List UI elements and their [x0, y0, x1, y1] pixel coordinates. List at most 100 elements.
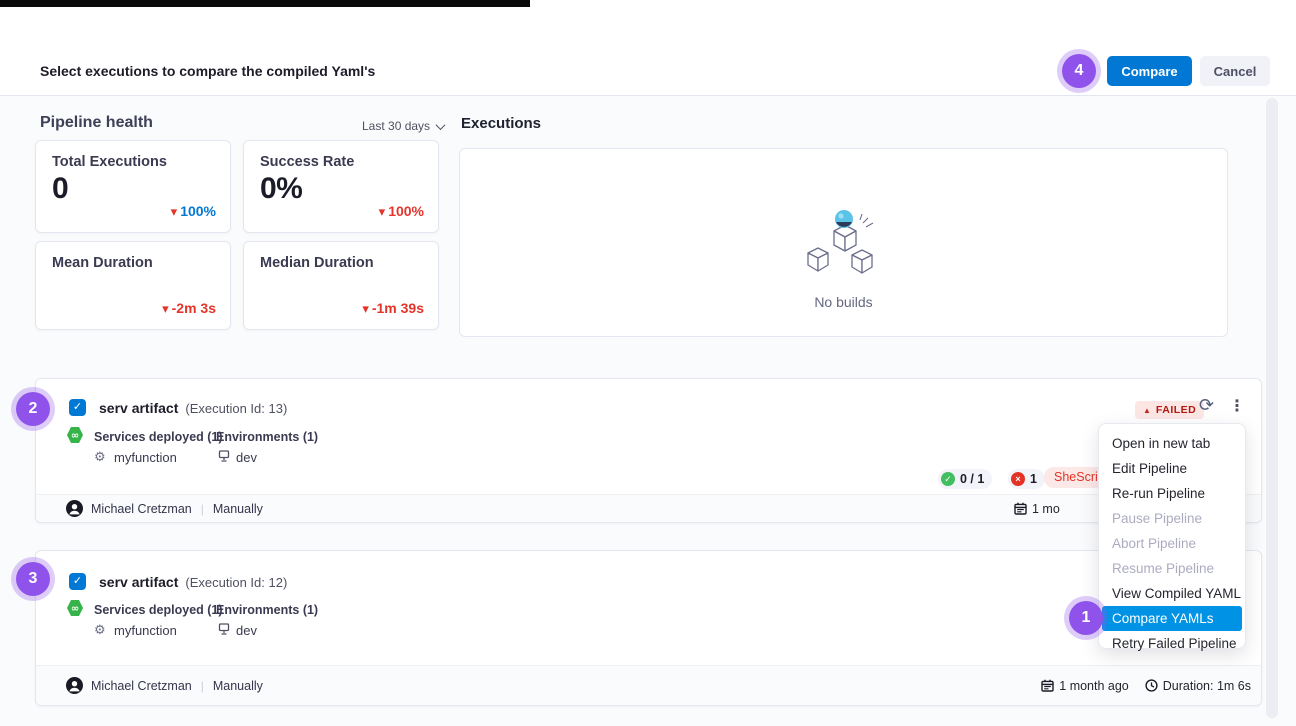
menu-item-compare-yamls[interactable]: Compare YAMLs	[1102, 606, 1242, 631]
service-name: myfunction	[114, 623, 177, 638]
menu-item-pause-pipeline: Pause Pipeline	[1099, 506, 1245, 531]
error-circle-icon: ×	[1011, 472, 1025, 486]
status-text: FAILED	[1156, 404, 1196, 416]
svg-text:∞: ∞	[71, 604, 79, 615]
compare-button[interactable]: Compare	[1107, 56, 1192, 86]
executions-panel: No builds	[459, 148, 1228, 337]
date-item: 1 month ago	[1041, 679, 1129, 693]
gear-icon: ⚙	[94, 622, 106, 638]
metric-card-total-executions: Total Executions 0 ▾100%	[35, 140, 231, 233]
separator: |	[201, 502, 204, 516]
metric-delta: ▾100%	[171, 203, 216, 220]
separator: |	[201, 679, 204, 693]
metric-title: Total Executions	[52, 154, 214, 170]
pipeline-name: serv artifact (Execution Id: 12)	[99, 574, 287, 590]
executions-title: Executions	[461, 115, 541, 132]
date-text: 1 mo	[1032, 502, 1060, 516]
environment-name: dev	[236, 450, 257, 465]
failed-count: 1	[1030, 472, 1037, 486]
clock-icon	[1145, 679, 1158, 692]
status-badge-failed: ▲ FAILED	[1135, 401, 1204, 419]
metric-value: 0%	[260, 172, 422, 206]
calendar-icon	[1041, 679, 1054, 692]
metric-title: Median Duration	[260, 255, 422, 271]
metric-title: Success Rate	[260, 154, 422, 170]
menu-item-abort-pipeline: Abort Pipeline	[1099, 531, 1245, 556]
empty-state: No builds	[460, 209, 1227, 310]
environment-icon	[217, 449, 231, 463]
metric-delta-value: -2m 3s	[172, 300, 216, 316]
warning-icon: ▲	[1143, 406, 1151, 415]
svg-text:∞: ∞	[71, 431, 79, 442]
compare-executions-screen: Select executions to compare the compile…	[0, 0, 1296, 726]
no-builds-illustration	[800, 209, 888, 281]
services-deployed-label: Services deployed (1)	[94, 430, 223, 444]
footer-meta: 1 month ago Duration: 1m 6s	[1041, 679, 1251, 693]
duration-item: Duration: 1m 6s	[1145, 679, 1251, 693]
metric-card-success-rate: Success Rate 0% ▾100%	[243, 140, 439, 233]
trend-down-icon: ▾	[171, 204, 178, 219]
execution-context-menu: Open in new tab Edit Pipeline Re-run Pip…	[1098, 423, 1246, 649]
trend-down-icon: ▾	[162, 301, 169, 316]
trend-down-icon: ▾	[379, 204, 386, 219]
menu-item-retry-failed-pipeline[interactable]: Retry Failed Pipeline	[1099, 631, 1245, 656]
metric-card-mean-duration: Mean Duration ▾-2m 3s	[35, 241, 231, 330]
footer-meta: 1 mo	[1014, 502, 1060, 516]
metric-delta: ▾100%	[379, 203, 424, 220]
cd-service-icon: ∞	[66, 599, 84, 617]
more-options-icon[interactable]: ⋮	[1229, 396, 1245, 416]
cancel-button[interactable]: Cancel	[1200, 56, 1270, 86]
execution-id: (Execution Id: 13)	[185, 401, 287, 416]
date-text: 1 month ago	[1059, 679, 1129, 693]
pipeline-name-text: serv artifact	[99, 400, 178, 416]
cd-service-icon: ∞	[66, 426, 84, 444]
menu-item-edit-pipeline[interactable]: Edit Pipeline	[1099, 456, 1245, 481]
success-circle-icon: ✓	[941, 472, 955, 486]
metric-card-median-duration: Median Duration ▾-1m 39s	[243, 241, 439, 330]
passed-count: 0 / 1	[960, 472, 984, 486]
metric-delta-value: -1m 39s	[372, 300, 424, 316]
trend-down-icon: ▾	[362, 301, 369, 316]
annotation-step-1: 1	[1069, 601, 1103, 635]
chevron-down-icon	[436, 120, 446, 130]
scrollbar[interactable]	[1266, 98, 1278, 718]
execution-id: (Execution Id: 12)	[185, 575, 287, 590]
environment-name: dev	[236, 623, 257, 638]
stages-passed-chip: ✓ 0 / 1	[938, 469, 992, 489]
trigger-type: Manually	[213, 679, 263, 693]
services-deployed-label: Services deployed (1)	[94, 603, 223, 617]
menu-item-view-compiled-yaml[interactable]: View Compiled YAML	[1099, 581, 1245, 606]
metric-delta-value: 100%	[388, 203, 424, 219]
date-item: 1 mo	[1014, 502, 1060, 516]
page-title: Select executions to compare the compile…	[40, 63, 375, 79]
execution-row-13[interactable]: ✓ serv artifact (Execution Id: 13) ∞ Serv…	[35, 378, 1262, 523]
execution-footer: Michael Cretzman | Manually 1 month ago	[36, 665, 1261, 705]
annotation-step-4: 4	[1062, 54, 1096, 88]
annotation-step-3: 3	[16, 562, 50, 596]
author-name: Michael Cretzman	[91, 679, 192, 693]
pipeline-health-title: Pipeline health	[40, 114, 153, 132]
author-name: Michael Cretzman	[91, 502, 192, 516]
metric-value: 0	[52, 172, 214, 206]
trigger-type: Manually	[213, 502, 263, 516]
stages-failed-chip: × 1	[1008, 469, 1045, 489]
time-range-select[interactable]: Last 30 days	[362, 119, 444, 133]
menu-item-open-in-new-tab[interactable]: Open in new tab	[1099, 431, 1245, 456]
empty-state-label: No builds	[460, 294, 1227, 310]
execution-checkbox[interactable]: ✓	[69, 573, 86, 590]
metric-delta: ▾-1m 39s	[362, 300, 424, 317]
environment-icon	[217, 622, 231, 636]
window-top-strip	[0, 0, 530, 7]
metric-delta: ▾-2m 3s	[162, 300, 216, 317]
avatar	[66, 500, 83, 517]
execution-checkbox[interactable]: ✓	[69, 399, 86, 416]
avatar	[66, 677, 83, 694]
menu-item-rerun-pipeline[interactable]: Re-run Pipeline	[1099, 481, 1245, 506]
rerun-icon[interactable]: ⟳	[1199, 395, 1214, 416]
time-range-label: Last 30 days	[362, 119, 430, 133]
execution-footer: Michael Cretzman | Manually 1 mo	[36, 494, 1261, 522]
gear-icon: ⚙	[94, 449, 106, 465]
environments-label: Environments (1)	[216, 603, 318, 617]
pipeline-name-text: serv artifact	[99, 574, 178, 590]
menu-item-resume-pipeline: Resume Pipeline	[1099, 556, 1245, 581]
